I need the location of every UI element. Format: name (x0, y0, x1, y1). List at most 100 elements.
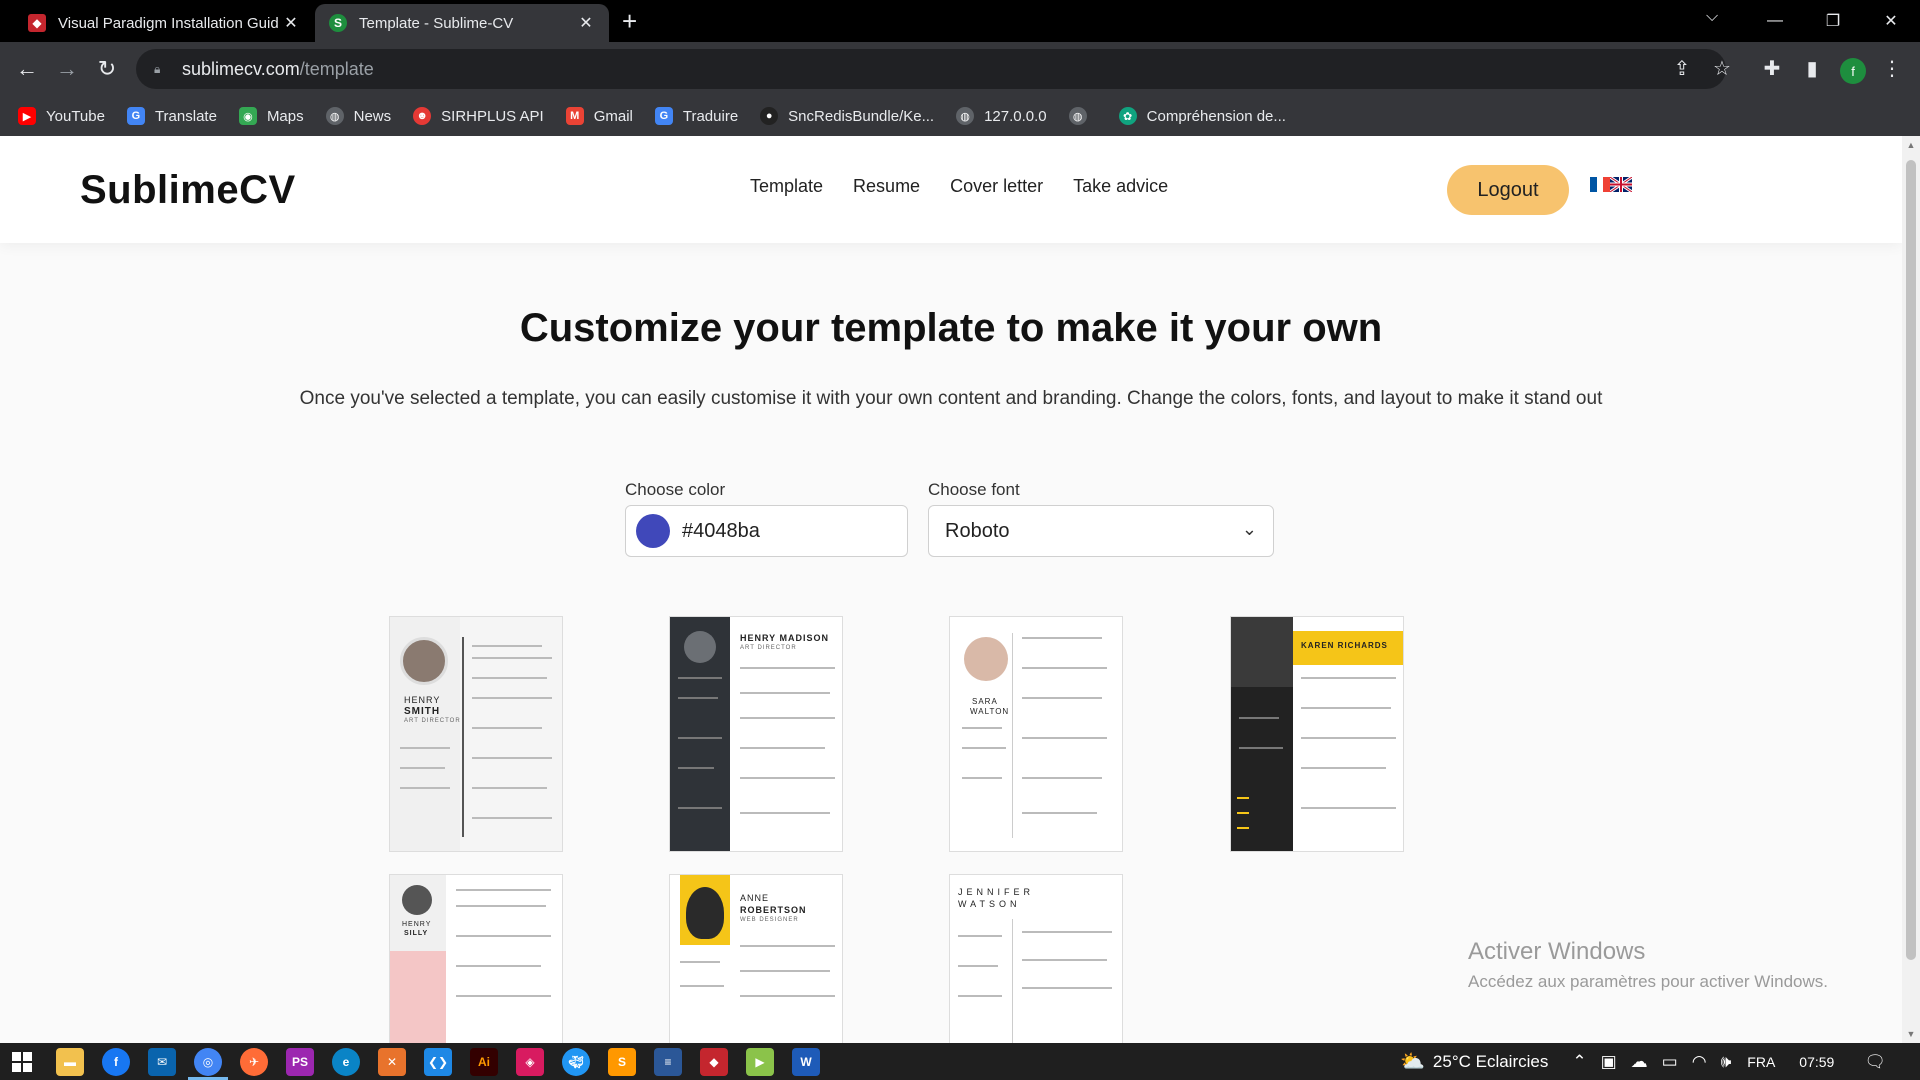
template-name-last: SILLY (404, 930, 429, 937)
bookmark-gmail[interactable]: M Gmail (565, 107, 633, 125)
weather-icon[interactable]: ⛅ (1400, 1049, 1425, 1074)
bookmark-label: Maps (266, 107, 304, 125)
browser-tab-strip: ◆ Visual Paradigm Installation Guid ✕ S … (0, 0, 1920, 42)
template-line (1022, 697, 1102, 699)
font-select[interactable]: Roboto ⌄ (928, 505, 1274, 557)
postman-icon[interactable]: ✈ (240, 1048, 268, 1076)
site-logo[interactable]: SublimeCV (80, 168, 296, 213)
template-photo (1231, 617, 1293, 687)
bookmark-maps[interactable]: ◉ Maps (238, 107, 304, 125)
onedrive-cloud-icon[interactable]: ☁ (1631, 1052, 1648, 1072)
bookmark-youtube[interactable]: ▶ YouTube (18, 107, 105, 125)
logout-button[interactable]: Logout (1447, 165, 1569, 215)
illustrator-icon[interactable]: Ai (470, 1048, 498, 1076)
reload-icon[interactable]: ↻ (90, 52, 124, 86)
mail-icon[interactable]: ✉ (148, 1048, 176, 1076)
nav-cover-letter[interactable]: Cover letter (950, 176, 1043, 197)
clock-time[interactable]: 07:59 (1799, 1054, 1834, 1070)
back-arrow-icon[interactable]: ← (10, 52, 44, 86)
bookmark-chatgpt[interactable]: ✿ Compréhension de... (1118, 107, 1286, 125)
page-subheadline: Once you've selected a template, you can… (299, 388, 1603, 409)
template-card-henry-madison[interactable]: HENRY MADISON ART DIRECTOR (669, 616, 843, 852)
volume-icon[interactable]: 🕪︎ (1721, 1052, 1732, 1072)
meet-icon[interactable]: ▣ (1601, 1052, 1617, 1072)
color-swatch[interactable] (636, 514, 670, 548)
template-line (740, 747, 825, 749)
french-flag-icon[interactable] (1590, 177, 1611, 192)
phpstorm-icon[interactable]: PS (286, 1048, 314, 1076)
docker-icon[interactable]: 🐳︎ (562, 1048, 590, 1076)
new-tab-button[interactable]: + (622, 6, 637, 36)
visual-paradigm-icon[interactable]: ◆ (700, 1048, 728, 1076)
scroll-down-arrow-icon[interactable]: ▼ (1902, 1029, 1920, 1039)
bookmark-news[interactable]: ◍ News (325, 107, 391, 125)
template-card-henry-silly[interactable]: HENRY SILLY (389, 874, 563, 1043)
show-hidden-icons-chevron-icon[interactable]: ⌃ (1572, 1052, 1586, 1072)
tab-sublime-cv[interactable]: S Template - Sublime-CV ✕ (315, 4, 609, 42)
template-name: HENRY MADISON (740, 633, 830, 643)
edge-icon[interactable]: e (332, 1048, 360, 1076)
sublime-text-icon[interactable]: S (608, 1048, 636, 1076)
uk-flag-icon[interactable] (1610, 177, 1632, 192)
template-line (740, 667, 835, 669)
bookmark-globe[interactable]: ◍ (1068, 107, 1097, 125)
youtube-icon: ▶ (18, 107, 36, 125)
bookmark-star-icon[interactable]: ☆ (1704, 50, 1740, 86)
bookmark-sirhplus-api[interactable]: ☻ SIRHPLUS API (413, 107, 544, 125)
nav-template[interactable]: Template (750, 176, 823, 197)
bookmark-localhost[interactable]: ◍ 127.0.0.0 (956, 107, 1047, 125)
template-line (1022, 637, 1102, 639)
template-card-henry-smith[interactable]: HENRY SMITH ART DIRECTOR (389, 616, 563, 852)
close-window-icon[interactable]: ✕ (1862, 0, 1920, 42)
nav-resume[interactable]: Resume (853, 176, 920, 197)
scroll-up-arrow-icon[interactable]: ▲ (1902, 140, 1920, 150)
dbeaver-icon[interactable]: ≡ (654, 1048, 682, 1076)
forward-arrow-icon[interactable]: → (50, 52, 84, 86)
close-tab-icon[interactable]: ✕ (282, 13, 300, 33)
share-icon[interactable]: ⇪ (1664, 50, 1700, 86)
vscode-icon[interactable]: ❮❯ (424, 1048, 452, 1076)
template-name-first: JENNIFER (958, 887, 1035, 897)
input-language[interactable]: FRA (1747, 1054, 1775, 1070)
battery-icon[interactable]: ▭ (1662, 1052, 1678, 1072)
bookmark-sncredisbundle[interactable]: ● SncRedisBundle/Ke... (760, 107, 934, 125)
color-picker[interactable]: #4048ba (625, 505, 908, 557)
template-line (1301, 767, 1386, 769)
file-explorer-icon[interactable]: ▬ (56, 1048, 84, 1076)
restore-icon[interactable]: ❐ (1804, 0, 1862, 42)
nav-take-advice[interactable]: Take advice (1073, 176, 1168, 197)
wifi-icon[interactable]: ◠ (1692, 1052, 1707, 1072)
app-icon[interactable]: ◈ (516, 1048, 544, 1076)
minimize-icon[interactable]: — (1746, 0, 1804, 42)
chrome-icon[interactable]: ◎ (194, 1048, 222, 1076)
tab-visual-paradigm[interactable]: ◆ Visual Paradigm Installation Guid ✕ (14, 4, 314, 42)
scrollbar-thumb[interactable] (1906, 160, 1916, 960)
globe-icon: ◍ (325, 107, 344, 125)
close-tab-icon[interactable]: ✕ (577, 13, 595, 33)
windows-start-icon[interactable] (8, 1048, 36, 1076)
extensions-puzzle-icon[interactable]: ✚ (1754, 50, 1790, 86)
facebook-icon[interactable]: f (102, 1048, 130, 1076)
tab-search-chevron-icon[interactable]: ⌵ (1706, 8, 1718, 26)
profile-avatar[interactable]: f (1840, 58, 1866, 84)
system-tray: ⛅ 25°C Eclaircies ⌃ ▣ ☁ ▭ ◠ 🕪︎ FRA 07:59… (1400, 1043, 1886, 1080)
template-card-sara-walton[interactable]: SARA WALTON (949, 616, 1123, 852)
bookmark-traduire[interactable]: G Traduire (654, 107, 738, 125)
template-card-anne-robertson[interactable]: ANNE ROBERTSON WEB DESIGNER (669, 874, 843, 1043)
page-scrollbar[interactable]: ▲ ▼ (1902, 136, 1920, 1043)
address-bar[interactable]: 🔒︎ sublimecv.com /template (136, 49, 1726, 89)
xampp-icon[interactable]: ✕ (378, 1048, 406, 1076)
template-line (472, 727, 542, 729)
side-panel-icon[interactable]: ▮ (1794, 50, 1830, 86)
template-card-karen-richards[interactable]: KAREN RICHARDS (1230, 616, 1404, 852)
bookmark-translate[interactable]: G Translate (126, 107, 217, 125)
template-photo (964, 637, 1008, 681)
site-header: SublimeCV Template Resume Cover letter T… (0, 136, 1902, 243)
word-icon[interactable]: W (792, 1048, 820, 1076)
notification-center-icon[interactable]: 🗨︎ (1864, 1052, 1886, 1072)
menu-kebab-icon[interactable]: ⋮ (1874, 50, 1910, 86)
media-player-icon[interactable]: ▶ (746, 1048, 774, 1076)
template-card-jennifer-watson[interactable]: JENNIFER WATSON (949, 874, 1123, 1043)
template-line (678, 737, 722, 739)
weather-text[interactable]: 25°C Eclaircies (1433, 1052, 1548, 1072)
